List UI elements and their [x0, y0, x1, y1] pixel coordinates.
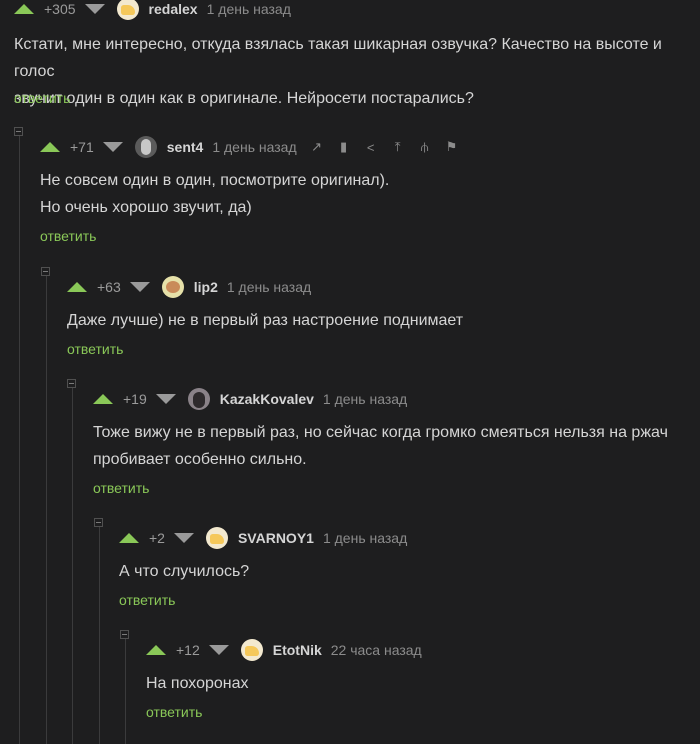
bookmark-icon[interactable]: ▮	[338, 139, 350, 155]
upvote-icon[interactable]	[119, 533, 139, 543]
thread-line[interactable]	[46, 276, 47, 744]
reply-link[interactable]: ответить	[119, 592, 175, 608]
comment-author[interactable]: sent4	[167, 139, 204, 155]
comment-time[interactable]: 1 день назад	[323, 530, 407, 546]
comment-time[interactable]: 1 день назад	[207, 1, 291, 17]
thread-line[interactable]	[72, 388, 73, 744]
reply-link[interactable]: ответить	[67, 341, 123, 357]
comment-rating: +12	[176, 642, 200, 658]
comment-header: +71 sent4 1 день назад ↗ ▮ < ⤒ ⫛ ⚑	[40, 135, 458, 159]
reply-link[interactable]: ответить	[40, 228, 96, 244]
comment-text-line: пробивает особенно сильно.	[93, 451, 307, 468]
downvote-icon[interactable]	[129, 282, 150, 292]
reply-link[interactable]: ответить	[146, 704, 202, 720]
comment-rating: +305	[44, 1, 76, 17]
report-flag-icon[interactable]: ⚑	[446, 139, 458, 155]
branch-icon[interactable]: ⫛	[419, 139, 431, 155]
collapse-toggle[interactable]	[41, 267, 50, 276]
downvote-icon[interactable]	[84, 4, 105, 14]
thread-line[interactable]	[19, 136, 20, 744]
comment-text: Тоже вижу не в первый раз, но сейчас ког…	[93, 419, 668, 473]
collapse-toggle[interactable]	[14, 127, 23, 136]
link-icon[interactable]: ↗	[311, 139, 323, 155]
collapse-toggle[interactable]	[67, 379, 76, 388]
avatar[interactable]	[116, 0, 139, 20]
comment-text: Кстати, мне интересно, откуда взялась та…	[14, 31, 700, 112]
comment-header: +63 lip2 1 день назад	[67, 275, 311, 299]
comment-text-line: А что случилось?	[119, 563, 250, 580]
comment-text: Не совсем один в один, посмотрите оригин…	[40, 167, 389, 221]
comment-text-line: Но очень хорошо звучит, да)	[40, 199, 252, 216]
comment-text-line: звучит один в один как в оригинале. Нейр…	[14, 90, 474, 107]
thread-line[interactable]	[125, 639, 126, 744]
comment-text-line: Даже лучше) не в первый раз настроение п…	[67, 312, 464, 329]
comment-author[interactable]: lip2	[194, 279, 218, 295]
upvote-icon[interactable]	[40, 142, 60, 152]
comment-header: +12 EtotNik 22 часа назад	[146, 638, 422, 662]
collapse-toggle[interactable]	[94, 518, 103, 527]
comment-text-line: Не совсем один в один, посмотрите оригин…	[40, 172, 390, 189]
comment-rating: +71	[70, 139, 94, 155]
comment-time[interactable]: 1 день назад	[212, 139, 296, 155]
comment-author[interactable]: KazakKovalev	[220, 391, 314, 407]
comment-author[interactable]: SVARNOY1	[238, 530, 314, 546]
upvote-icon[interactable]	[67, 282, 87, 292]
comment-rating: +2	[149, 530, 165, 546]
comment-header: +305 redalex 1 день назад	[14, 0, 291, 21]
comment-tools: ↗ ▮ < ⤒ ⫛ ⚑	[311, 139, 458, 155]
comment-author[interactable]: EtotNik	[273, 642, 322, 658]
upvote-icon[interactable]	[14, 4, 34, 14]
comment-header: +19 KazakKovalev 1 день назад	[93, 387, 407, 411]
avatar[interactable]	[187, 388, 210, 410]
downvote-icon[interactable]	[155, 394, 176, 404]
upvote-icon[interactable]	[146, 645, 166, 655]
reply-link[interactable]: ответить	[93, 480, 149, 496]
comment-text: А что случилось?	[119, 558, 249, 585]
avatar[interactable]	[205, 527, 228, 549]
downvote-icon[interactable]	[173, 533, 194, 543]
comment-rating: +63	[97, 279, 121, 295]
thread-line[interactable]	[99, 527, 100, 744]
comment-time[interactable]: 1 день назад	[227, 279, 311, 295]
upvote-icon[interactable]	[93, 394, 113, 404]
avatar[interactable]	[134, 136, 157, 158]
comment-time[interactable]: 22 часа назад	[331, 642, 422, 658]
comment-text-line: Тоже вижу не в первый раз, но сейчас ког…	[93, 424, 668, 441]
comment-text: На похоронах	[146, 670, 249, 697]
comment-author[interactable]: redalex	[149, 1, 198, 17]
comment-header: +2 SVARNOY1 1 день назад	[119, 526, 407, 550]
comment-time[interactable]: 1 день назад	[323, 391, 407, 407]
reply-link[interactable]: ответить	[14, 90, 70, 106]
downvote-icon[interactable]	[102, 142, 123, 152]
comment-text-line: На похоронах	[146, 675, 249, 692]
avatar[interactable]	[161, 276, 184, 298]
downvote-icon[interactable]	[208, 645, 229, 655]
comment-text-line: Кстати, мне интересно, откуда взялась та…	[14, 36, 662, 80]
collapse-toggle[interactable]	[120, 630, 129, 639]
comment-rating: +19	[123, 391, 147, 407]
go-to-parent-icon[interactable]: ⤒	[392, 139, 404, 155]
share-icon[interactable]: <	[365, 140, 377, 155]
avatar[interactable]	[240, 639, 263, 661]
comment-text: Даже лучше) не в первый раз настроение п…	[67, 307, 463, 334]
